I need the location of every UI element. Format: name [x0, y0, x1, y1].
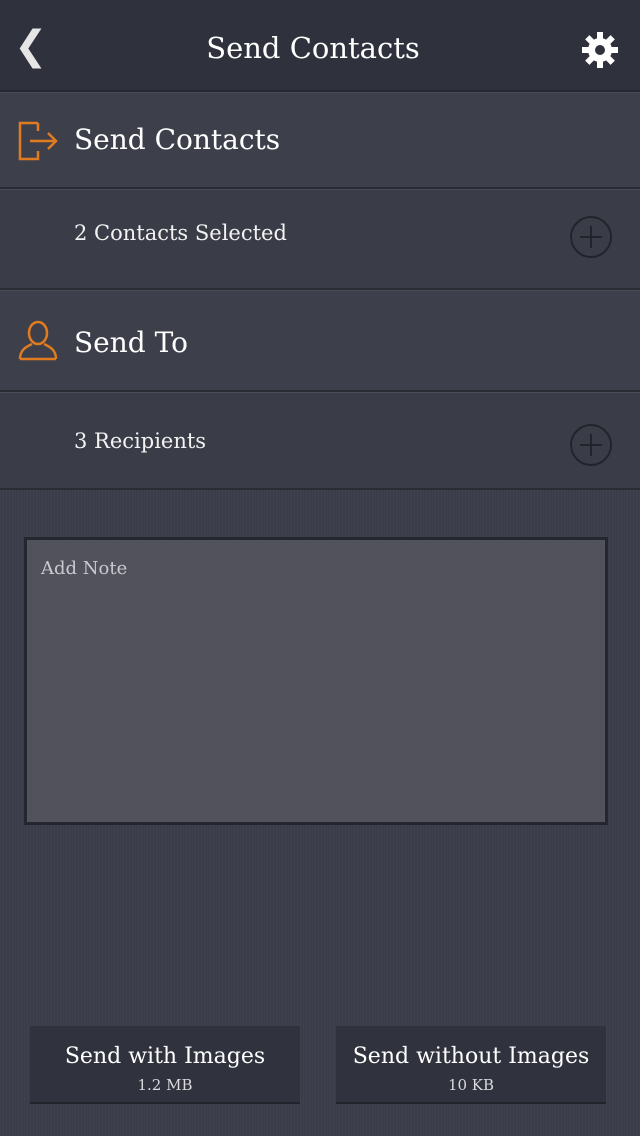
add-recipients-button[interactable]: [570, 424, 612, 466]
contacts-selected-row[interactable]: 2 Contacts Selected: [0, 189, 640, 290]
contacts-selected-label: 2 Contacts Selected: [74, 221, 287, 245]
send-without-images-label: Send without Images: [352, 1044, 590, 1069]
person-icon: [16, 319, 60, 363]
send-to-title: Send To: [74, 326, 188, 359]
send-with-images-size: 1.2 MB: [137, 1076, 193, 1094]
send-without-images-button[interactable]: Send without Images 10 KB: [336, 1026, 606, 1104]
note-textarea[interactable]: Add Note: [24, 537, 608, 825]
recipients-label: 3 Recipients: [74, 429, 207, 453]
note-placeholder: Add Note: [41, 558, 128, 579]
settings-button[interactable]: [580, 30, 620, 70]
send-to-header: Send To: [0, 290, 640, 392]
send-contacts-screen: ❮ Send Contacts Send Contacts 2 Contacts…: [0, 0, 640, 1136]
recipients-row[interactable]: 3 Recipients: [0, 392, 640, 490]
add-contacts-button[interactable]: [570, 216, 612, 258]
navigation-bar: ❮ Send Contacts: [0, 0, 640, 92]
chevron-left-icon: ❮: [14, 23, 48, 69]
send-with-images-button[interactable]: Send with Images 1.2 MB: [30, 1026, 300, 1104]
back-button[interactable]: ❮: [14, 26, 48, 66]
send-without-images-size: 10 KB: [447, 1076, 495, 1094]
send-contacts-title: Send Contacts: [74, 123, 281, 156]
send-with-images-label: Send with Images: [64, 1044, 266, 1069]
gear-icon: [582, 32, 618, 68]
page-title: Send Contacts: [206, 31, 420, 65]
send-contacts-header: Send Contacts: [0, 92, 640, 189]
sign-out-icon: [16, 119, 60, 163]
